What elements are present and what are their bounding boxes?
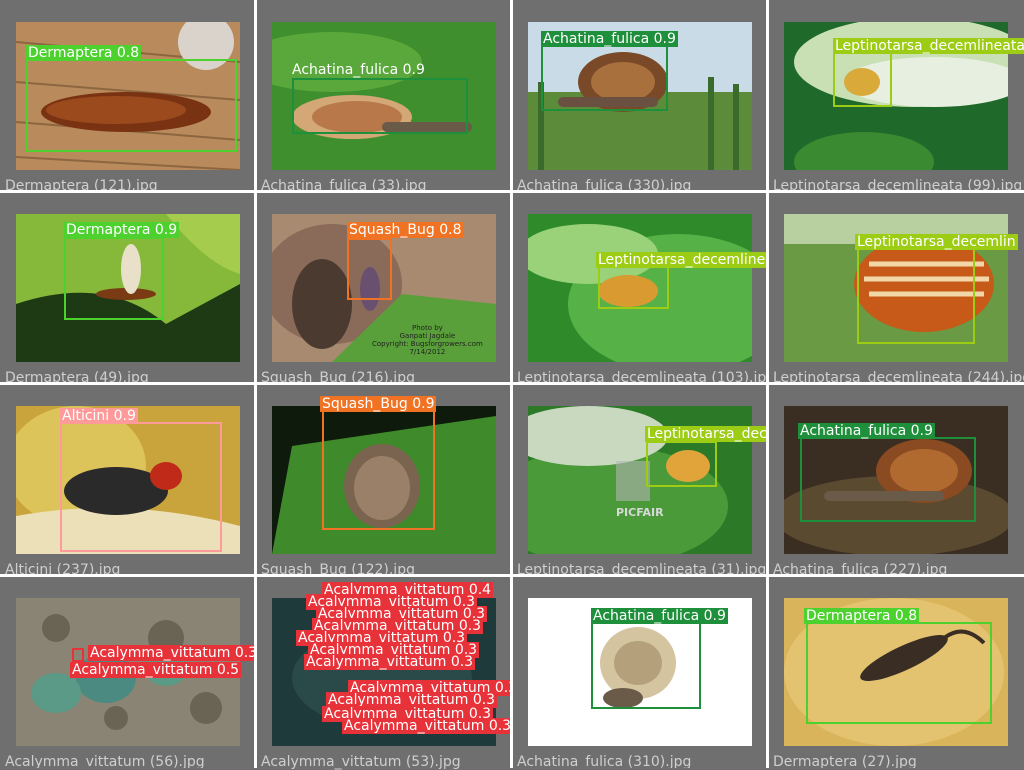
- detection-label: Achatina_fulica 0.9: [292, 62, 425, 78]
- bounding-box: [591, 622, 701, 709]
- watermark: PICFAIR: [616, 506, 664, 519]
- grid-divider: [510, 0, 513, 768]
- file-name: Acalymma_vittatum (53).jpg: [261, 754, 461, 770]
- bounding-box: [806, 622, 992, 724]
- tile-14[interactable]: Acalymma_vittatum 0.4 Acalymma_vittatum …: [256, 576, 520, 770]
- bounding-box: [541, 44, 668, 111]
- detection-label: Achatina_fulica 0.9: [798, 423, 935, 439]
- detection-label: Dermaptera 0.8: [26, 45, 142, 61]
- grid-divider: [766, 0, 769, 768]
- detection-label: Squash_Bug 0.8: [347, 222, 464, 238]
- tile-13[interactable]: Acalymma_vittatum 0.3 Acalymma_vittatum …: [0, 576, 256, 768]
- file-name: Achatina_fulica (310).jpg: [517, 754, 692, 768]
- bounding-box: [833, 52, 892, 107]
- detection-label: Acalymma_vittatum 0.3: [304, 654, 476, 670]
- detection-label: Acalymma_vittatum 0.5: [70, 662, 242, 678]
- tile-7[interactable]: Leptinotarsa_decemlineata 0.5 Leptinotar…: [512, 192, 768, 384]
- detection-label: Leptinotarsa_decemlineata: [833, 38, 1024, 54]
- bounding-box: [72, 648, 84, 662]
- detection-label: Leptinotarsa_decemlineata 0.5: [596, 252, 768, 268]
- tile-16[interactable]: Dermaptera 0.8 Dermaptera (27).jpg: [768, 576, 1024, 768]
- bounding-box: [598, 266, 669, 309]
- bounding-box: [800, 437, 976, 522]
- detection-label: Dermaptera 0.9: [64, 222, 180, 238]
- bounding-box: [347, 238, 392, 300]
- bounding-box: [646, 441, 717, 487]
- tile-1[interactable]: Dermaptera 0.8 Dermaptera (121).jpg: [0, 0, 256, 192]
- detection-label: Achatina_fulica 0.9: [541, 31, 678, 47]
- tile-5[interactable]: Dermaptera 0.9 Dermaptera (49).jpg: [0, 192, 256, 384]
- tile-2[interactable]: Achatina_fulica 0.9 Achatina_fulica (33)…: [256, 0, 512, 192]
- detection-label: Dermaptera 0.8: [804, 608, 920, 624]
- tile-11[interactable]: PICFAIR Leptinotarsa_decem Leptinotarsa_…: [512, 384, 768, 576]
- watermark: Photo by Ganpati Jagdale Copyright: Bugs…: [372, 324, 483, 356]
- detection-label: Squash_Bug 0.9: [320, 396, 437, 412]
- bounding-box: [60, 422, 222, 552]
- bounding-box: [322, 410, 435, 530]
- tile-12[interactable]: Achatina_fulica 0.9 Achatina_fulica (227…: [768, 384, 1024, 576]
- detection-label: Leptinotarsa_decem: [645, 426, 768, 442]
- tile-15[interactable]: Achatina_fulica 0.9 Achatina_fulica (310…: [512, 576, 768, 768]
- detection-grid: Dermaptera 0.8 Dermaptera (121).jpg Acha…: [0, 0, 1024, 770]
- tile-6[interactable]: Photo by Ganpati Jagdale Copyright: Bugs…: [256, 192, 512, 384]
- detection-label: Acalymma_vittatum 0.3: [88, 645, 256, 661]
- detection-label: Leptinotarsa_decemlin: [855, 234, 1018, 250]
- bounding-box: [26, 59, 237, 152]
- file-name: Acalymma_vittatum (56).jpg: [5, 754, 205, 768]
- tile-3[interactable]: Achatina_fulica 0.9 Achatina_fulica (330…: [512, 0, 768, 192]
- detection-label: Acalymma_vittatum 0.3: [342, 718, 514, 734]
- bounding-box: [64, 237, 164, 320]
- bounding-box: [292, 78, 468, 134]
- tile-9[interactable]: Alticini 0.9 Alticini (237).jpg: [0, 384, 256, 576]
- grid-divider: [254, 0, 257, 768]
- tile-8[interactable]: Leptinotarsa_decemlin Leptinotarsa_decem…: [768, 192, 1024, 384]
- detection-label: Alticini 0.9: [60, 408, 138, 424]
- tile-4[interactable]: Leptinotarsa_decemlineata Leptinotarsa_d…: [768, 0, 1024, 192]
- tile-10[interactable]: Squash_Bug 0.9 Squash_Bug (122).jpg: [256, 384, 512, 576]
- file-name: Dermaptera (27).jpg: [773, 754, 917, 768]
- bounding-box: [857, 248, 975, 344]
- detection-label: Achatina_fulica 0.9: [591, 608, 728, 624]
